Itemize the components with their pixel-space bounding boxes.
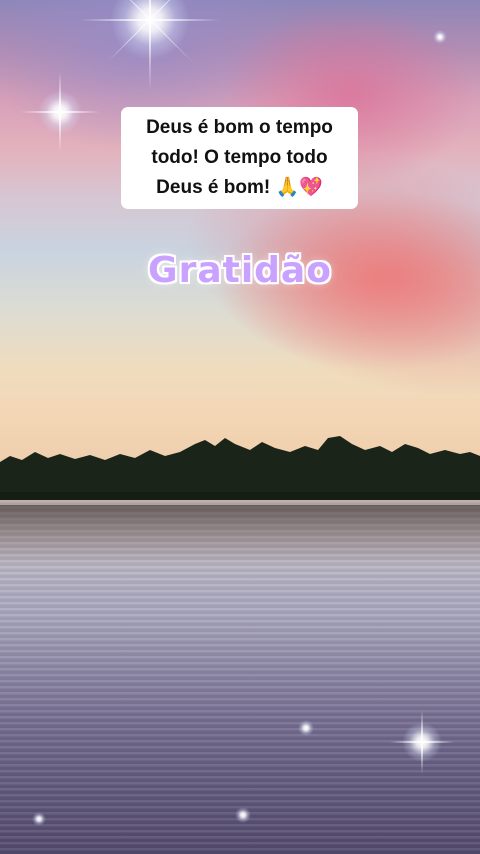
video-frame: Deus é bom o tempo todo! O tempo todo De… <box>0 0 480 854</box>
caption-box: Deus é bom o tempo todo! O tempo todo De… <box>121 107 358 209</box>
tree-reflection <box>0 505 480 565</box>
gratidao-title: Gratidão <box>148 250 332 291</box>
caption-text: Deus é bom o tempo todo! O tempo todo De… <box>146 117 333 198</box>
